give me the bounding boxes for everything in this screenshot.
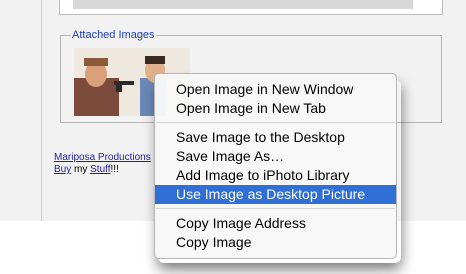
post-box: [59, 0, 443, 15]
stuff-link[interactable]: Stuff: [90, 164, 110, 175]
post-box-inner: [73, 0, 413, 9]
menu-open-new-tab[interactable]: Open Image in New Tab: [155, 99, 396, 118]
menu-copy-image-address[interactable]: Copy Image Address: [155, 214, 396, 233]
signature: Mariposa Productions Buy my Stuff!!!: [54, 152, 151, 176]
attached-images-legend: Attached Images: [72, 29, 155, 41]
image-context-menu[interactable]: Open Image in New Window Open Image in N…: [154, 73, 397, 259]
menu-use-as-desktop-picture[interactable]: Use Image as Desktop Picture: [155, 185, 396, 204]
menu-separator: [155, 118, 396, 128]
menu-save-to-desktop[interactable]: Save Image to the Desktop: [155, 128, 396, 147]
signature-exclaim: !!!: [110, 164, 119, 175]
menu-open-new-window[interactable]: Open Image in New Window: [155, 80, 396, 99]
signature-text-my: my: [71, 164, 91, 175]
buy-link[interactable]: Buy: [54, 164, 71, 175]
menu-save-image-as[interactable]: Save Image As…: [155, 147, 396, 166]
mariposa-link[interactable]: Mariposa Productions: [54, 152, 151, 163]
menu-add-to-iphoto[interactable]: Add Image to iPhoto Library: [155, 166, 396, 185]
menu-copy-image[interactable]: Copy Image: [155, 233, 396, 252]
menu-separator: [155, 204, 396, 214]
